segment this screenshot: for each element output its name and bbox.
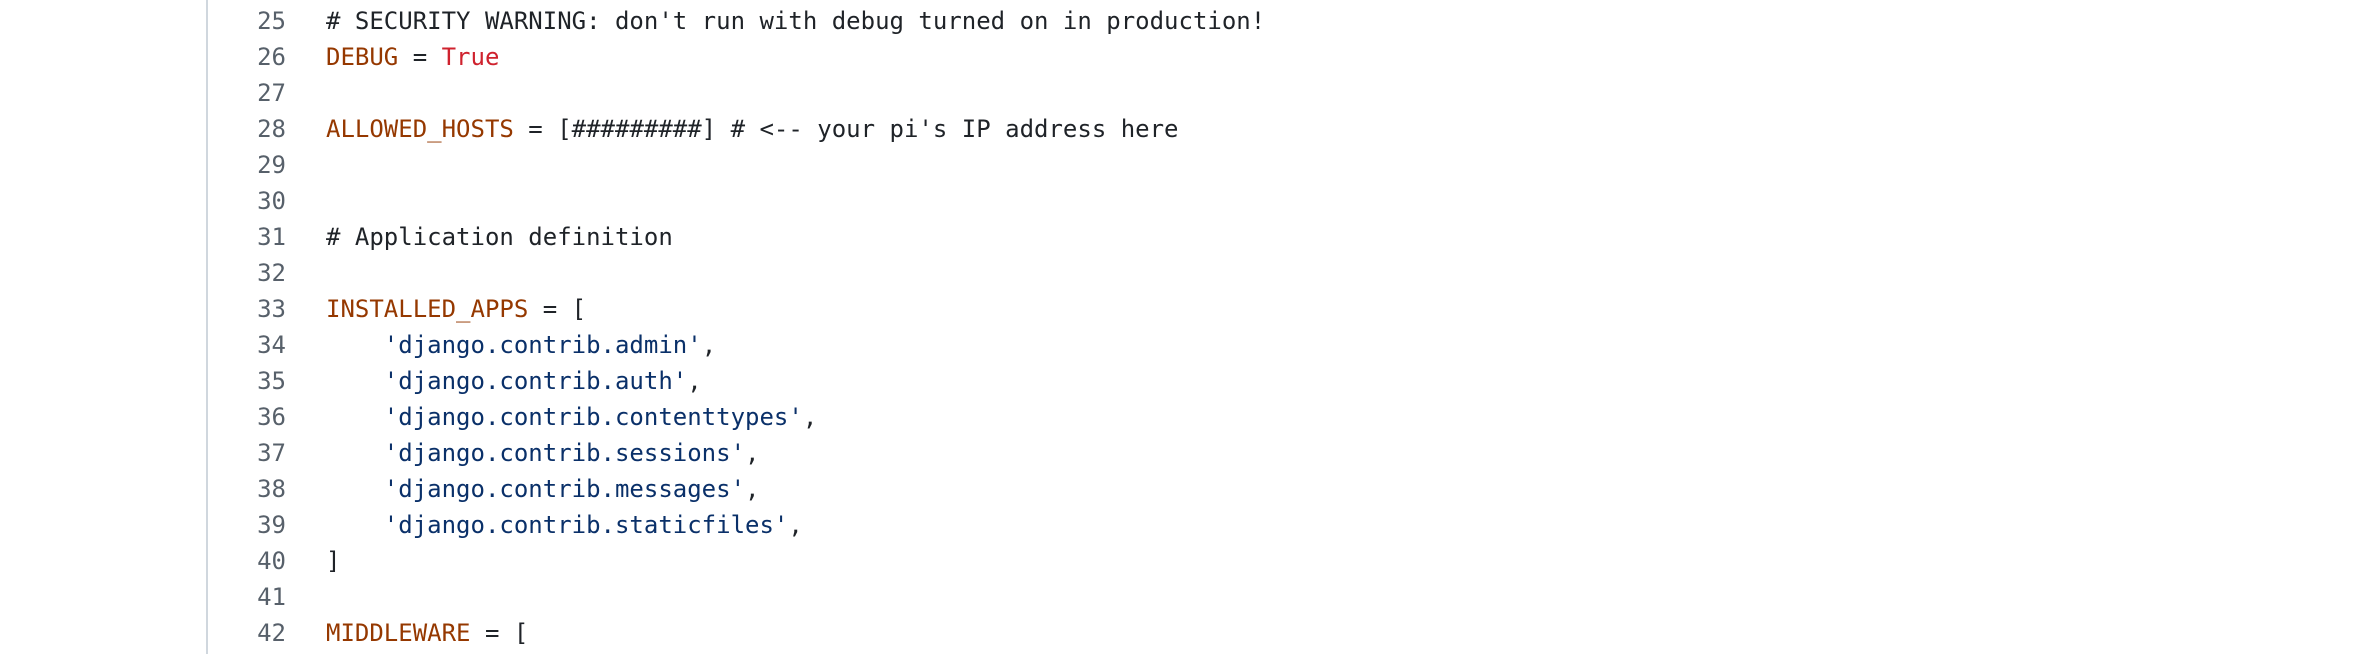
code-line: 30 [0, 183, 2372, 219]
line-content: 'django.contrib.contenttypes', [326, 399, 817, 435]
code-line: 29 [0, 147, 2372, 183]
line-number[interactable]: 28 [210, 111, 286, 147]
line-number[interactable]: 34 [210, 327, 286, 363]
code-token-var: MIDDLEWARE [326, 619, 471, 647]
code-listing[interactable]: 25 # SECURITY WARNING: don't run with deb… [0, 3, 2372, 651]
line-number[interactable]: 31 [210, 219, 286, 255]
line-number[interactable]: 35 [210, 363, 286, 399]
line-number[interactable]: 37 [210, 435, 286, 471]
line-number[interactable]: 42 [210, 615, 286, 651]
code-line: 31 # Application definition [0, 219, 2372, 255]
code-token-plain: , [788, 511, 803, 539]
code-line: 28 ALLOWED_HOSTS = [#########] # <-- your… [0, 111, 2372, 147]
line-number[interactable]: 36 [210, 399, 286, 435]
code-token-str: 'django.contrib.sessions' [383, 439, 746, 467]
code-token-comment: # Application definition [326, 223, 673, 251]
code-line: 25 # SECURITY WARNING: don't run with deb… [0, 3, 2372, 39]
code-token-str: 'django.contrib.contenttypes' [383, 403, 803, 431]
code-token-plain: ] [326, 547, 341, 575]
line-number[interactable]: 41 [210, 579, 286, 615]
line-number[interactable]: 26 [210, 39, 286, 75]
code-token-plain: = [ [528, 295, 587, 323]
line-content: # SECURITY WARNING: don't run with debug… [326, 3, 1265, 39]
line-number[interactable]: 39 [210, 507, 286, 543]
code-line: 35 'django.contrib.auth', [0, 363, 2372, 399]
code-line: 36 'django.contrib.contenttypes', [0, 399, 2372, 435]
code-token-str: 'django.contrib.messages' [383, 475, 746, 503]
code-token-plain: = [#########] # <-- your pi's IP address… [513, 115, 1179, 143]
line-number[interactable]: 40 [210, 543, 286, 579]
code-line: 40] [0, 543, 2372, 579]
code-token-var: ALLOWED_HOSTS [326, 115, 514, 143]
line-content: 'django.contrib.sessions', [326, 435, 760, 471]
line-content: 'django.contrib.staticfiles', [326, 507, 803, 543]
line-number[interactable]: 29 [210, 147, 286, 183]
line-content: ] [326, 543, 340, 579]
code-line: 33 INSTALLED_APPS = [ [0, 291, 2372, 327]
code-line: 32 [0, 255, 2372, 291]
code-line: 37 'django.contrib.sessions', [0, 435, 2372, 471]
line-number[interactable]: 33 [210, 291, 286, 327]
line-content: ALLOWED_HOSTS = [#########] # <-- your p… [326, 111, 1179, 147]
line-content: INSTALLED_APPS = [ [326, 291, 586, 327]
code-token-var: INSTALLED_APPS [326, 295, 529, 323]
code-line: 38 'django.contrib.messages', [0, 471, 2372, 507]
code-token-plain: = [398, 43, 442, 71]
code-token-kw: True [441, 43, 500, 71]
code-viewer: 25 # SECURITY WARNING: don't run with deb… [0, 0, 2372, 654]
code-token-plain: , [687, 367, 702, 395]
code-line: 26 DEBUG = True [0, 39, 2372, 75]
line-number[interactable]: 25 [210, 3, 286, 39]
code-token-str: 'django.contrib.admin' [383, 331, 702, 359]
line-number[interactable]: 30 [210, 183, 286, 219]
line-number[interactable]: 38 [210, 471, 286, 507]
code-line: 34 'django.contrib.admin', [0, 327, 2372, 363]
code-token-plain: , [745, 439, 760, 467]
code-line: 27 [0, 75, 2372, 111]
code-token-plain: = [ [470, 619, 529, 647]
line-content: 'django.contrib.admin', [326, 327, 716, 363]
code-token-plain: , [701, 331, 717, 359]
line-content: DEBUG = True [326, 39, 499, 75]
code-line: 42 MIDDLEWARE = [ [0, 615, 2372, 651]
line-content: MIDDLEWARE = [ [326, 615, 528, 651]
line-content: 'django.contrib.messages', [326, 471, 760, 507]
line-number[interactable]: 32 [210, 255, 286, 291]
code-line: 39 'django.contrib.staticfiles', [0, 507, 2372, 543]
line-content: # Application definition [326, 219, 673, 255]
line-content: 'django.contrib.auth', [326, 363, 702, 399]
code-line: 41 [0, 579, 2372, 615]
code-token-str: 'django.contrib.auth' [383, 367, 688, 395]
code-token-comment: # SECURITY WARNING: don't run with debug… [326, 7, 1266, 35]
code-token-str: 'django.contrib.staticfiles' [383, 511, 789, 539]
code-token-var: DEBUG [326, 43, 399, 71]
line-number[interactable]: 27 [210, 75, 286, 111]
code-token-plain: , [802, 403, 818, 431]
code-token-plain: , [745, 475, 760, 503]
